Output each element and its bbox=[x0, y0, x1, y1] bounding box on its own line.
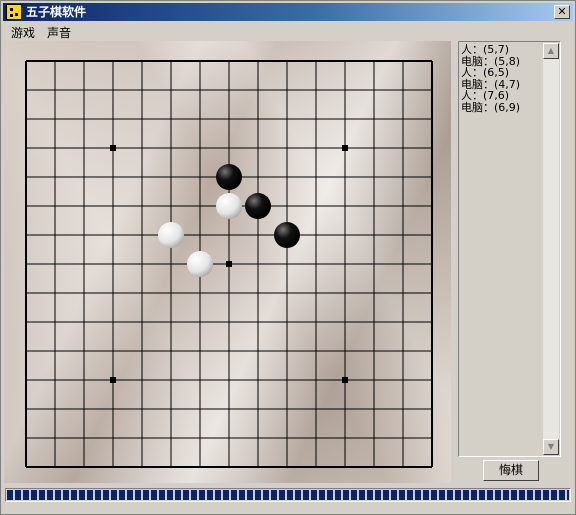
close-button[interactable]: ✕ bbox=[554, 5, 570, 19]
white-stone bbox=[158, 222, 184, 248]
move-log-entry: 电脑：(6,9) bbox=[461, 100, 521, 114]
black-stone bbox=[274, 222, 300, 248]
white-stone bbox=[216, 193, 242, 219]
progress-fill bbox=[7, 490, 569, 500]
move-log-entry: 人：(5,7) bbox=[461, 43, 510, 56]
white-stone bbox=[187, 251, 213, 277]
game-board[interactable] bbox=[4, 41, 451, 483]
star-point bbox=[342, 145, 348, 151]
star-point bbox=[226, 261, 232, 267]
main-window: 五子棋软件 ✕ 游戏 声音 人：(5,7) 电脑：(5,8) 人：(6,5) 电脑：(… bbox=[0, 0, 576, 515]
move-log-panel: 人：(5,7) 电脑：(5,8) 人：(6,5) 电脑：(4,7) 人：(7,6) 电脑：… bbox=[458, 41, 561, 457]
board-canvas[interactable] bbox=[4, 41, 451, 483]
move-log-list: 人：(5,7) 电脑：(5,8) 人：(6,5) 电脑：(4,7) 人：(7,6) 电脑：… bbox=[461, 44, 543, 113]
gomoku-app-icon bbox=[6, 4, 22, 20]
move-log-entry: 人：(6,5) bbox=[461, 66, 510, 79]
undo-button[interactable]: 悔棋 bbox=[483, 460, 539, 481]
black-stone bbox=[245, 193, 271, 219]
title-bar[interactable]: 五子棋软件 ✕ bbox=[3, 3, 573, 21]
window-title: 五子棋软件 bbox=[26, 5, 87, 19]
menu-game[interactable]: 游戏 bbox=[11, 24, 35, 41]
star-point bbox=[110, 377, 116, 383]
menu-sound[interactable]: 声音 bbox=[47, 24, 71, 41]
scroll-down-button[interactable]: ▼ bbox=[543, 439, 559, 455]
scroll-up-button[interactable]: ▲ bbox=[543, 43, 559, 59]
star-point bbox=[342, 377, 348, 383]
move-log-scrollbar[interactable]: ▲ ▼ bbox=[543, 43, 559, 455]
star-point bbox=[110, 145, 116, 151]
move-log-entry: 人：(7,6) bbox=[461, 89, 510, 102]
menu-bar: 游戏 声音 bbox=[3, 22, 573, 40]
progress-bar bbox=[5, 488, 571, 502]
black-stone bbox=[216, 164, 242, 190]
